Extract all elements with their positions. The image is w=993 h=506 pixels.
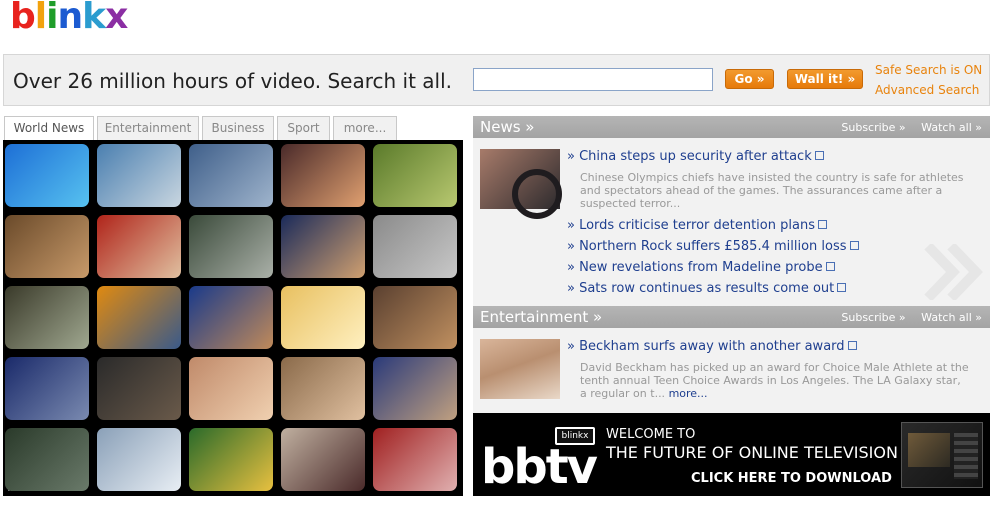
search-input[interactable] <box>473 68 713 91</box>
video-thumbnail[interactable] <box>189 215 273 278</box>
news-watch-all-link[interactable]: Watch all » <box>921 121 982 134</box>
news-item[interactable]: » Northern Rock suffers £585.4 million l… <box>567 239 859 254</box>
logo-letter: b <box>10 0 36 37</box>
video-thumbnail[interactable] <box>5 144 89 207</box>
wall-it-button[interactable]: Wall it! » <box>787 69 863 89</box>
video-thumbnail[interactable] <box>5 357 89 420</box>
news-subscribe-link[interactable]: Subscribe » <box>841 121 905 134</box>
entertainment-lead-thumbnail[interactable] <box>480 339 560 399</box>
entertainment-panel: Entertainment » Subscribe » Watch all » … <box>473 306 990 413</box>
video-wall: wall v0.28 <box>3 140 463 496</box>
tab-world-news[interactable]: World News <box>4 116 94 140</box>
banner-future: THE FUTURE OF ONLINE TELEVISION <box>606 443 898 462</box>
video-thumbnail[interactable] <box>189 357 273 420</box>
video-thumbnail[interactable] <box>189 286 273 349</box>
chevron-watermark-icon <box>924 244 983 300</box>
video-thumbnail[interactable] <box>97 428 181 491</box>
external-link-icon <box>837 283 847 292</box>
news-title[interactable]: News » <box>480 118 534 136</box>
video-thumbnail[interactable] <box>373 428 457 491</box>
video-thumbnail[interactable] <box>373 144 457 207</box>
news-item-text[interactable]: » New revelations from Madeline probe <box>567 260 823 275</box>
more-link[interactable]: more... <box>669 387 708 400</box>
tab-more[interactable]: more... <box>333 116 397 140</box>
entertainment-desc-text: David Beckham has picked up an award for… <box>580 361 969 400</box>
video-thumbnail[interactable] <box>281 286 365 349</box>
entertainment-lead-title-text[interactable]: » Beckham surfs away with another award <box>567 339 845 354</box>
logo-letter: l <box>34 0 47 37</box>
logo-letter: n <box>57 0 83 37</box>
news-lead-desc: Chinese Olympics chiefs have insisted th… <box>580 171 964 210</box>
entertainment-title[interactable]: Entertainment » <box>480 308 602 326</box>
advanced-search-link[interactable]: Advanced Search <box>875 83 979 97</box>
tagline: Over 26 million hours of video. Search i… <box>13 69 453 93</box>
tab-sport[interactable]: Sport <box>277 116 330 140</box>
video-thumbnail[interactable] <box>5 215 89 278</box>
video-thumbnail[interactable] <box>189 428 273 491</box>
go-button[interactable]: Go » <box>725 69 774 89</box>
banner-download-cta[interactable]: CLICK HERE TO DOWNLOAD <box>691 471 892 486</box>
external-link-icon <box>849 241 859 250</box>
tv-screen-preview <box>901 422 983 488</box>
blinkx-logo[interactable]: blinkx <box>10 0 128 37</box>
news-lead-title-text[interactable]: » China steps up security after attack <box>567 149 812 164</box>
video-thumbnail[interactable] <box>189 144 273 207</box>
video-thumbnail[interactable] <box>373 357 457 420</box>
bbtv-logo: bbtv <box>481 439 598 495</box>
external-link-icon <box>825 262 835 271</box>
entertainment-header: Entertainment » Subscribe » Watch all » <box>473 306 990 328</box>
entertainment-lead-desc: David Beckham has picked up an award for… <box>580 361 970 400</box>
logo-letter: x <box>105 0 128 37</box>
news-item[interactable]: » Sats row continues as results come out <box>567 281 847 296</box>
video-thumbnail[interactable] <box>97 286 181 349</box>
news-item[interactable]: » Lords criticise terror detention plans <box>567 218 827 233</box>
news-item-text[interactable]: » Northern Rock suffers £585.4 million l… <box>567 239 847 254</box>
banner-welcome: WELCOME TO <box>606 427 696 442</box>
logo-letter: k <box>82 0 106 37</box>
video-thumbnail[interactable] <box>97 144 181 207</box>
entertainment-lead-title[interactable]: » Beckham surfs away with another award <box>567 339 857 354</box>
video-thumbnail[interactable] <box>373 286 457 349</box>
video-thumbnail[interactable] <box>97 215 181 278</box>
news-item-text[interactable]: » Sats row continues as results come out <box>567 281 834 296</box>
video-thumbnail[interactable] <box>373 215 457 278</box>
safe-search-link[interactable]: Safe Search is ON <box>875 63 982 77</box>
news-lead-title[interactable]: » China steps up security after attack <box>567 149 824 164</box>
video-thumbnail[interactable] <box>281 357 365 420</box>
news-item-text[interactable]: » Lords criticise terror detention plans <box>567 218 815 233</box>
external-link-icon <box>814 151 824 160</box>
tab-business[interactable]: Business <box>202 116 274 140</box>
external-link-icon <box>847 341 857 350</box>
video-thumbnail[interactable] <box>281 215 365 278</box>
news-header: News » Subscribe » Watch all » <box>473 116 990 138</box>
tab-entertainment[interactable]: Entertainment <box>97 116 199 140</box>
news-item[interactable]: » New revelations from Madeline probe <box>567 260 835 275</box>
search-bar: Over 26 million hours of video. Search i… <box>3 54 990 106</box>
video-thumbnail[interactable] <box>5 286 89 349</box>
news-panel: News » Subscribe » Watch all » » China s… <box>473 116 990 306</box>
video-thumbnail[interactable] <box>97 357 181 420</box>
video-thumbnail[interactable] <box>5 428 89 491</box>
external-link-icon <box>817 220 827 229</box>
video-thumbnail[interactable] <box>281 144 365 207</box>
news-lead-thumbnail[interactable] <box>480 149 562 219</box>
logo-letter: i <box>46 0 58 37</box>
video-thumbnail[interactable] <box>281 428 365 491</box>
entertainment-subscribe-link[interactable]: Subscribe » <box>841 311 905 324</box>
bbtv-banner[interactable]: blinkx bbtv WELCOME TO THE FUTURE OF ONL… <box>473 413 990 496</box>
entertainment-watch-all-link[interactable]: Watch all » <box>921 311 982 324</box>
